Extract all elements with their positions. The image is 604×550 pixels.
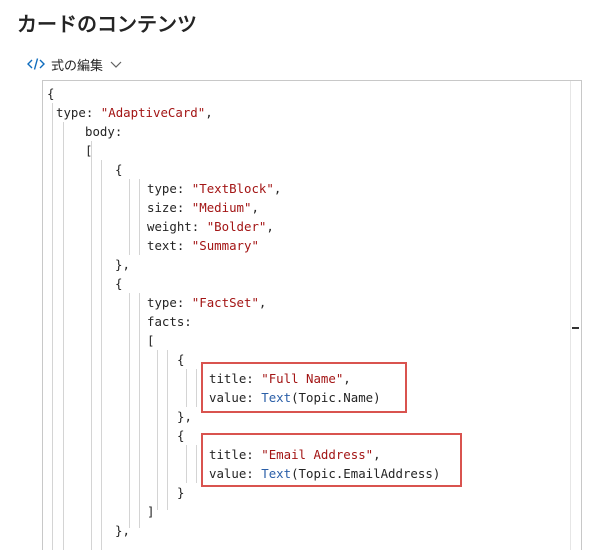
indent-guide [129,179,130,255]
indent-guide [101,160,102,550]
indent-guide [196,445,197,483]
code-line: type: "TextBlock", [147,181,282,196]
scrollbar-cursor-marker [572,327,579,329]
indent-guide [63,122,64,550]
indent-guide [167,350,168,510]
edit-expression-label: 式の編集 [51,57,104,73]
code-line: { [177,352,185,367]
highlight-box-email-address [201,433,462,487]
code-line: { [47,86,55,101]
indent-guide [129,293,130,528]
code-line: facts: [147,314,192,329]
indent-guide [139,293,140,528]
code-editor[interactable]: { type: "AdaptiveCard", body: [ { type: … [42,80,582,550]
indent-guide [157,350,158,510]
indent-guide [91,141,92,550]
code-line: { [115,276,123,291]
code-line: }, [115,523,130,538]
indent-guide [186,369,187,407]
edit-expression-toggle[interactable]: 式の編集 [27,54,123,74]
code-line: }, [115,257,130,272]
chevron-down-icon [109,59,123,69]
indent-guide [186,445,187,483]
code-icon [27,57,45,71]
code-line: { [177,428,185,443]
code-line: { [115,162,123,177]
code-line: }, [177,409,192,424]
code-line: weight: "Bolder", [147,219,274,234]
code-line: text: "Summary" [147,238,259,253]
code-line: body: [85,124,123,139]
highlight-box-full-name [201,362,407,413]
code-line: type: "AdaptiveCard", [56,105,213,120]
code-line: [ [85,143,93,158]
page-title: カードのコンテンツ [17,14,197,36]
code-line: [ [147,333,155,348]
vertical-scrollbar[interactable] [570,81,581,550]
code-line: ] [147,504,155,519]
indent-guide [139,179,140,255]
indent-guide [52,103,53,550]
code-line: } [177,485,185,500]
code-line: size: "Medium", [147,200,259,215]
indent-guide [196,369,197,407]
code-line: type: "FactSet", [147,295,267,310]
